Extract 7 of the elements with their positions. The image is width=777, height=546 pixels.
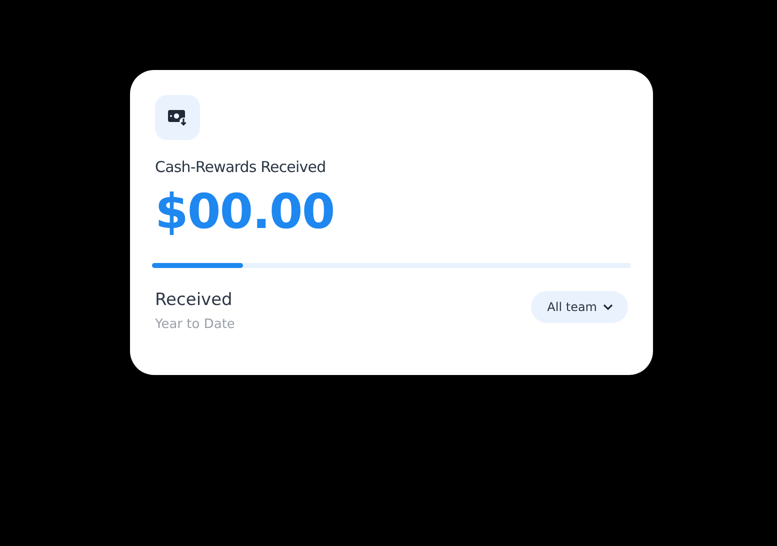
card-title: Cash-Rewards Received bbox=[155, 158, 327, 176]
received-label: Received bbox=[155, 290, 234, 310]
team-dropdown[interactable]: All team bbox=[531, 291, 628, 323]
period-label: Year to Date bbox=[155, 317, 235, 332]
amount: $00.00 bbox=[155, 184, 336, 240]
chevron-down-icon bbox=[603, 304, 613, 310]
cash-icon bbox=[168, 110, 188, 126]
